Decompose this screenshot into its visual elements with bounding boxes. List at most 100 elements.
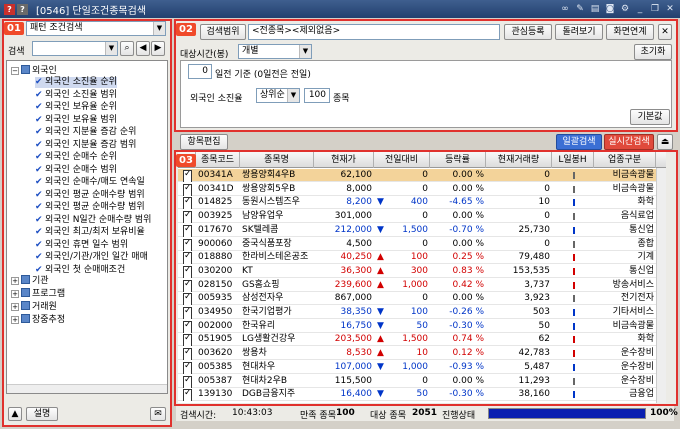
- bulk-search-button[interactable]: 일괄검색: [556, 134, 602, 150]
- tree-item[interactable]: ✔ 외국인/기관/개인 일간 매매: [35, 252, 148, 263]
- tree-item[interactable]: ✔ 외국인 소진율 범위: [35, 90, 117, 101]
- col-header-price[interactable]: 현재가: [314, 152, 374, 168]
- tree-folder-intraday[interactable]: + 장중추정: [11, 314, 65, 325]
- scroll-up-button[interactable]: ▲: [8, 407, 22, 421]
- tree-folder-broker[interactable]: + 거래원: [11, 301, 57, 312]
- restore-icon[interactable]: ❐: [649, 3, 661, 15]
- description-button[interactable]: 설명: [26, 407, 58, 421]
- search-input[interactable]: ▼: [32, 41, 118, 56]
- default-value-button[interactable]: 기본값: [630, 109, 670, 125]
- expand-icon[interactable]: +: [11, 277, 19, 285]
- row-checkbox[interactable]: [183, 265, 192, 278]
- row-checkbox[interactable]: [183, 334, 192, 347]
- expand-icon[interactable]: +: [11, 290, 19, 298]
- row-checkbox[interactable]: [183, 348, 192, 361]
- count-input[interactable]: 100: [304, 88, 330, 103]
- tree-root-foreign[interactable]: − 외국인: [11, 65, 57, 76]
- col-header-candle[interactable]: L일봉H: [552, 152, 594, 168]
- row-checkbox[interactable]: [183, 224, 192, 237]
- tree-item[interactable]: ✔ 외국인 보유율 범위: [35, 115, 117, 126]
- table-row[interactable]: 005385 현대차우 107,000 ▼ 1,000 -0.93 % 5,487 운수장비: [178, 361, 666, 374]
- grid-scrollbar[interactable]: [656, 168, 666, 403]
- next-button[interactable]: ▶: [151, 41, 165, 56]
- collapse-icon[interactable]: −: [11, 67, 19, 75]
- question-icon[interactable]: ?: [17, 3, 28, 15]
- link-icon[interactable]: ∞: [559, 3, 571, 15]
- help-icon[interactable]: ?: [4, 3, 15, 15]
- table-row[interactable]: 139130 DGB금융지주 16,400 ▼ 50 -0.30 % 38,160 금융업: [178, 388, 666, 402]
- row-checkbox[interactable]: [183, 170, 192, 182]
- table-row[interactable]: 014825 동원시스템즈우 8,200 ▼ 400 -4.65 % 10 화학: [178, 196, 666, 210]
- print-icon[interactable]: ▤: [589, 3, 601, 15]
- search-range-button[interactable]: 검색범위: [200, 24, 246, 40]
- tree-item[interactable]: ✔ 외국인 보유율 순위: [35, 102, 117, 113]
- expand-icon[interactable]: +: [11, 303, 19, 311]
- camera-icon[interactable]: ◙: [604, 3, 616, 15]
- row-checkbox[interactable]: [183, 375, 192, 388]
- table-row[interactable]: 005935 삼성전자우 867,000 0 0.00 % 3,923 전기전자: [178, 292, 666, 306]
- tree-item[interactable]: ✔ 외국인 지분율 증감 순위: [35, 127, 136, 138]
- tree-item[interactable]: ✔ 외국인 평균 순매수량 범위: [35, 202, 145, 213]
- chat-button[interactable]: ✉: [150, 407, 166, 421]
- tree-item[interactable]: ✔ 외국인 휴면 일수 범위: [35, 240, 128, 251]
- target-time-select[interactable]: 개별 ▼: [238, 44, 312, 59]
- edit-columns-button[interactable]: 항목편집: [180, 134, 228, 150]
- tree-item[interactable]: ✔ 외국인 순매수/매도 연속일: [35, 177, 145, 188]
- tree-scrollbar[interactable]: [7, 384, 167, 393]
- row-checkbox[interactable]: [183, 252, 192, 265]
- row-checkbox[interactable]: [183, 293, 192, 306]
- row-checkbox[interactable]: [183, 211, 192, 224]
- tree-item[interactable]: ✔ 외국인 평균 순매수량 범위: [35, 190, 145, 201]
- row-checkbox[interactable]: [183, 320, 192, 333]
- col-header-sector[interactable]: 업종구분: [594, 152, 656, 168]
- tree-folder-program[interactable]: + 프로그램: [11, 288, 65, 299]
- add-favorite-button[interactable]: 관심등록: [504, 24, 552, 40]
- table-row[interactable]: 002000 한국유리 16,750 ▼ 50 -0.30 % 50 비금속광물: [178, 320, 666, 333]
- tree-item[interactable]: ✔ 외국인 N일간 순매수량 범위: [35, 215, 151, 226]
- table-row[interactable]: 005387 현대차2우B 115,500 0 0.00 % 11,293 운수장비: [178, 375, 666, 388]
- prev-button[interactable]: ◀: [136, 41, 150, 56]
- table-row[interactable]: 034950 한국기업평가 38,350 ▼ 100 -0.26 % 503 기타서비스: [178, 306, 666, 319]
- tree-item[interactable]: ✔ 외국인 첫 순매매조건: [35, 265, 125, 276]
- close-panel-button[interactable]: ✕: [658, 24, 672, 40]
- tree-folder-institution[interactable]: + 기관: [11, 275, 49, 286]
- row-checkbox[interactable]: [183, 389, 192, 402]
- palette-icon[interactable]: ✎: [574, 3, 586, 15]
- col-header-name[interactable]: 종목명: [240, 152, 314, 168]
- minimize-icon[interactable]: _: [634, 3, 646, 15]
- table-row[interactable]: 030200 KT 36,300 ▲ 300 0.83 % 153,535 통신업: [178, 265, 666, 278]
- col-header-rate[interactable]: 등락률: [430, 152, 486, 168]
- tree-item[interactable]: ✔ 외국인 순매수 순위: [35, 152, 117, 163]
- row-checkbox[interactable]: [183, 238, 192, 251]
- row-checkbox[interactable]: [183, 197, 192, 210]
- rotate-view-button[interactable]: 돌려보기: [555, 24, 603, 40]
- preset-select[interactable]: 패턴 조건검색 ▼: [26, 21, 166, 36]
- row-checkbox[interactable]: [183, 279, 192, 292]
- table-row[interactable]: 051905 LG생활건강우 203,500 ▲ 1,500 0.74 % 62 화학: [178, 333, 666, 347]
- table-row[interactable]: 00341D 쌍용양회5우B 8,000 0 0.00 % 0 비금속광물: [178, 183, 666, 196]
- table-row[interactable]: 900060 중국식품포장 4,500 0 0.00 % 0 종합: [178, 238, 666, 251]
- realtime-search-button[interactable]: 실시간검색: [604, 134, 654, 150]
- table-row[interactable]: 018880 한라비스테온공조 40,250 ▲ 100 0.25 % 79,480 기계: [178, 251, 666, 265]
- table-row[interactable]: 028150 GS홈쇼핑 239,600 ▲ 1,000 0.42 % 3,737 방송서비스: [178, 279, 666, 292]
- tree-item[interactable]: ✔ 외국인 지분율 증감 범위: [35, 140, 136, 151]
- col-header-volume[interactable]: 현재거래량: [486, 152, 552, 168]
- expand-icon[interactable]: +: [11, 316, 19, 324]
- tree-item[interactable]: ✔ 외국인 최고/최저 보유비율: [35, 227, 145, 238]
- tree-item[interactable]: ✔ 외국인 순매수 범위: [35, 165, 117, 176]
- table-row[interactable]: 017670 SK텔레콤 212,000 ▼ 1,500 -0.70 % 25,730 통신업: [178, 224, 666, 237]
- search-button[interactable]: ⌕: [120, 41, 134, 56]
- row-checkbox[interactable]: [183, 307, 192, 319]
- result-grid[interactable]: 종목코드 종목명 현재가 전일대비 등락률 현재거래량 L일봉H 업종구분 00…: [178, 152, 666, 403]
- table-row[interactable]: 003620 쌍용차 8,530 ▲ 10 0.12 % 42,783 운수장비: [178, 347, 666, 361]
- row-checkbox[interactable]: [183, 361, 192, 374]
- col-header-change[interactable]: 전일대비: [374, 152, 430, 168]
- config-icon[interactable]: ⚙: [619, 3, 631, 15]
- close-icon[interactable]: ✕: [664, 3, 676, 15]
- screen-link-button[interactable]: 화면연계: [606, 24, 654, 40]
- col-header-code[interactable]: 종목코드: [196, 152, 240, 168]
- order-select[interactable]: 상위순 ▼: [256, 88, 300, 103]
- condition-tree[interactable]: − 외국인 ✔ 외국인 소진율 순위 ✔ 외국인 소진율 범위 ✔ 외국인 보유율 순위 ✔ 외…: [6, 60, 168, 394]
- tree-item[interactable]: ✔ 외국인 소진율 순위: [35, 77, 117, 88]
- collapse-button[interactable]: ⏏: [657, 134, 673, 150]
